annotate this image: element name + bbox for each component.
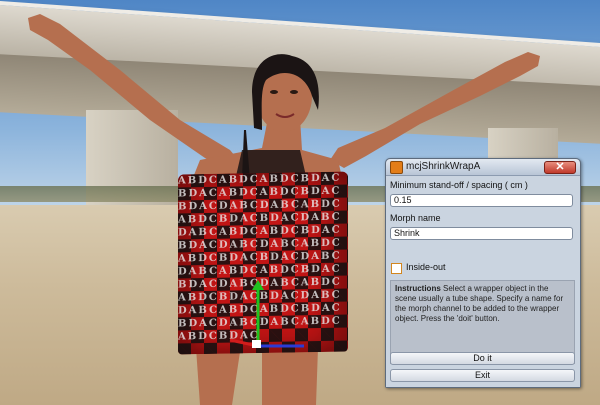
exit-button[interactable]: Exit [390,369,575,382]
morph-name-input[interactable] [390,227,573,240]
inside-out-checkbox[interactable] [391,263,402,274]
transform-gizmo[interactable] [228,280,308,350]
dialog-title: mcjShrinkWrapA [406,161,481,172]
close-button[interactable]: ✕ [544,161,576,174]
morph-name-label: Morph name [390,213,441,223]
app-icon [390,161,403,174]
shrinkwrap-dialog: mcjShrinkWrapA ✕ Minimum stand-off / spa… [385,158,581,388]
close-icon: ✕ [555,161,565,173]
dialog-body: Minimum stand-off / spacing ( cm ) Morph… [386,176,580,387]
instructions-heading: Instructions [395,284,441,293]
do-it-button[interactable]: Do it [390,352,575,365]
standoff-input[interactable] [390,194,573,207]
dialog-titlebar[interactable]: mcjShrinkWrapA ✕ [386,159,580,176]
standoff-label: Minimum stand-off / spacing ( cm ) [390,180,528,190]
inside-out-label: Inside-out [406,262,446,272]
